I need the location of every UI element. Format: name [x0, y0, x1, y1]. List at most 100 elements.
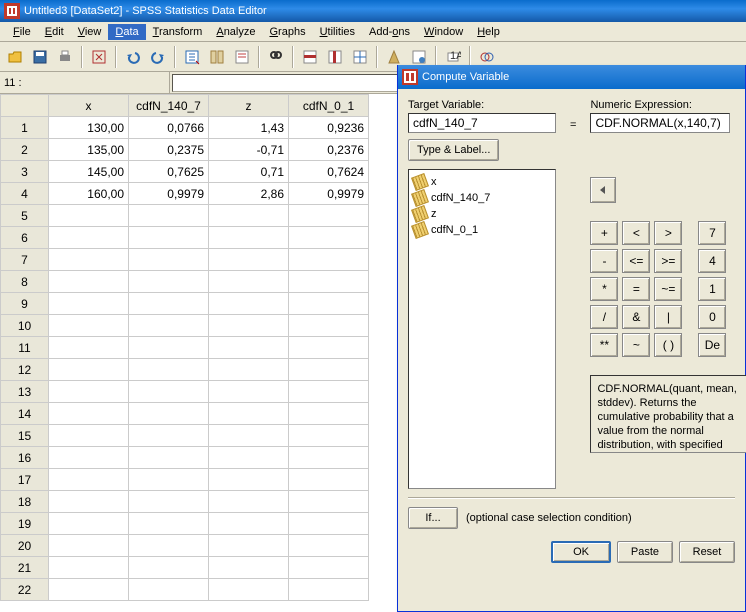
data-cell[interactable]	[129, 271, 209, 293]
data-cell[interactable]	[49, 513, 129, 535]
data-cell[interactable]	[129, 227, 209, 249]
data-cell[interactable]	[49, 535, 129, 557]
data-cell[interactable]	[209, 469, 289, 491]
data-cell[interactable]	[129, 205, 209, 227]
data-cell[interactable]	[289, 491, 369, 513]
calc-button[interactable]: <=	[622, 249, 650, 273]
calc-button[interactable]: **	[590, 333, 618, 357]
data-cell[interactable]	[129, 425, 209, 447]
row-header[interactable]: 1	[1, 117, 49, 139]
calc-button[interactable]: ~	[622, 333, 650, 357]
row-header[interactable]: 16	[1, 447, 49, 469]
data-cell[interactable]	[49, 337, 129, 359]
data-cell[interactable]	[49, 249, 129, 271]
data-cell[interactable]: 0,7625	[129, 161, 209, 183]
row-header[interactable]: 19	[1, 513, 49, 535]
menu-addons[interactable]: Add-ons	[362, 24, 417, 40]
paste-button[interactable]: Paste	[617, 541, 673, 563]
data-cell[interactable]	[209, 403, 289, 425]
redo-icon[interactable]	[147, 46, 169, 68]
data-cell[interactable]	[289, 271, 369, 293]
data-cell[interactable]	[289, 315, 369, 337]
find-icon[interactable]	[265, 46, 287, 68]
row-header[interactable]: 3	[1, 161, 49, 183]
calc-button[interactable]: <	[622, 221, 650, 245]
row-header[interactable]: 10	[1, 315, 49, 337]
data-cell[interactable]	[209, 557, 289, 579]
data-cell[interactable]	[129, 469, 209, 491]
data-cell[interactable]	[49, 491, 129, 513]
data-cell[interactable]	[289, 337, 369, 359]
data-cell[interactable]	[289, 403, 369, 425]
insert-var-icon[interactable]	[324, 46, 346, 68]
data-cell[interactable]: 0,9979	[129, 183, 209, 205]
data-cell[interactable]	[49, 315, 129, 337]
data-cell[interactable]: 135,00	[49, 139, 129, 161]
row-header[interactable]: 11	[1, 337, 49, 359]
data-cell[interactable]	[289, 579, 369, 601]
data-cell[interactable]: 0,2376	[289, 139, 369, 161]
data-cell[interactable]: 0,9236	[289, 117, 369, 139]
col-header[interactable]: z	[209, 95, 289, 117]
data-cell[interactable]	[49, 469, 129, 491]
row-header[interactable]: 9	[1, 293, 49, 315]
data-cell[interactable]	[129, 513, 209, 535]
row-header[interactable]: 7	[1, 249, 49, 271]
dialog-title-bar[interactable]: Compute Variable	[398, 65, 745, 89]
data-cell[interactable]: -0,71	[209, 139, 289, 161]
target-variable-input[interactable]	[408, 113, 556, 133]
col-header[interactable]: cdfN_140_7	[129, 95, 209, 117]
data-cell[interactable]	[209, 447, 289, 469]
menu-data[interactable]: Data	[108, 24, 145, 40]
data-cell[interactable]	[49, 271, 129, 293]
data-cell[interactable]	[49, 227, 129, 249]
data-cell[interactable]: 2,86	[209, 183, 289, 205]
menu-view[interactable]: View	[71, 24, 109, 40]
insert-case-icon[interactable]	[299, 46, 321, 68]
data-cell[interactable]: 145,00	[49, 161, 129, 183]
menu-edit[interactable]: Edit	[38, 24, 71, 40]
data-cell[interactable]: 1,43	[209, 117, 289, 139]
data-cell[interactable]	[129, 293, 209, 315]
calc-button[interactable]: ( )	[654, 333, 682, 357]
goto-var-icon[interactable]	[206, 46, 228, 68]
calc-button[interactable]: &	[622, 305, 650, 329]
data-cell[interactable]	[289, 381, 369, 403]
data-cell[interactable]	[289, 425, 369, 447]
delete-button[interactable]: De	[698, 333, 726, 357]
menu-help[interactable]: Help	[470, 24, 507, 40]
data-cell[interactable]: 130,00	[49, 117, 129, 139]
list-item[interactable]: cdfN_140_7	[411, 190, 553, 206]
data-cell[interactable]	[209, 315, 289, 337]
row-header[interactable]: 22	[1, 579, 49, 601]
calc-button[interactable]: +	[590, 221, 618, 245]
recall-icon[interactable]	[88, 46, 110, 68]
row-header[interactable]: 15	[1, 425, 49, 447]
menu-window[interactable]: Window	[417, 24, 470, 40]
data-cell[interactable]	[209, 425, 289, 447]
data-cell[interactable]	[129, 557, 209, 579]
calc-button[interactable]: 1	[698, 277, 726, 301]
goto-case-icon[interactable]	[181, 46, 203, 68]
menu-analyze[interactable]: Analyze	[209, 24, 262, 40]
data-cell[interactable]	[289, 513, 369, 535]
data-cell[interactable]	[129, 491, 209, 513]
data-cell[interactable]	[49, 205, 129, 227]
print-icon[interactable]	[54, 46, 76, 68]
save-icon[interactable]	[29, 46, 51, 68]
menu-graphs[interactable]: Graphs	[262, 24, 312, 40]
row-header[interactable]: 8	[1, 271, 49, 293]
data-cell[interactable]	[49, 359, 129, 381]
undo-icon[interactable]	[122, 46, 144, 68]
ok-button[interactable]: OK	[551, 541, 611, 563]
split-file-icon[interactable]	[349, 46, 371, 68]
calc-button[interactable]: ~=	[654, 277, 682, 301]
col-header[interactable]: cdfN_0_1	[289, 95, 369, 117]
data-cell[interactable]	[209, 249, 289, 271]
data-cell[interactable]	[209, 227, 289, 249]
data-cell[interactable]	[49, 447, 129, 469]
data-cell[interactable]	[49, 579, 129, 601]
calc-button[interactable]: |	[654, 305, 682, 329]
row-header[interactable]: 13	[1, 381, 49, 403]
data-cell[interactable]	[129, 315, 209, 337]
